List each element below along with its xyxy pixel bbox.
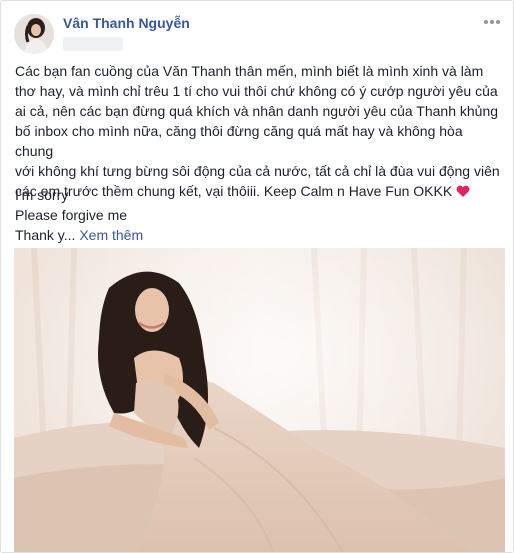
post-text: Các bạn fan cuồng của Văn Thanh thân mến… [15, 61, 503, 245]
avatar[interactable] [14, 14, 54, 54]
post-card: Vân Thanh Nguyễn Các bạn fan cuồng của V… [0, 0, 514, 553]
see-more-link[interactable]: Xem thêm [79, 227, 143, 243]
author-name[interactable]: Vân Thanh Nguyễn [63, 15, 190, 31]
post-body-line-last: các em trước thềm chung kết, vại thôiii.… [15, 181, 503, 201]
post-body: Các bạn fan cuồng của Văn Thanh thân mến… [15, 61, 503, 199]
post-body-line: với không khí tưng bừng sôi động của cả … [15, 163, 500, 179]
timestamp-redacted [63, 37, 123, 51]
post-body-line: Các bạn fan cuồng của Văn Thanh thân mến… [15, 63, 484, 79]
post-body-line: thơ hay, và mình chỉ trêu 1 tí cho vui t… [15, 83, 498, 99]
post-body-line: các em trước thềm chung kết, vại thôiii.… [15, 183, 453, 199]
post-header: Vân Thanh Nguyễn [1, 1, 513, 61]
post-truncated-line: Thank y... Xem thêm [15, 225, 503, 245]
post-photo[interactable] [14, 248, 505, 552]
truncated-text: Thank y... [15, 227, 76, 243]
post-extra-line: Please forgive me [15, 207, 128, 223]
more-options-icon[interactable] [481, 15, 503, 29]
heart-icon [456, 182, 470, 197]
post-body-line: bố inbox cho mình nữa, căng thôi đừng că… [15, 123, 463, 159]
post-body-line: ai cả, nên các bạn đừng quá khích và nhâ… [15, 103, 499, 119]
